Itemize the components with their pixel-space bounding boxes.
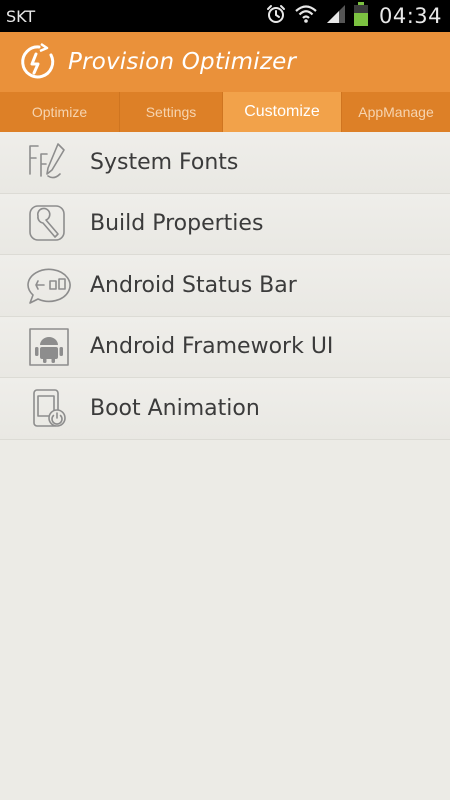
boot-animation-icon	[24, 386, 74, 430]
wifi-icon	[294, 3, 318, 29]
carrier-name: SKT	[6, 6, 36, 26]
wrench-icon	[24, 202, 74, 246]
fonts-icon	[24, 140, 74, 184]
signal-icon	[325, 3, 347, 29]
menu-item-label: Android Framework UI	[90, 334, 334, 360]
menu-item-label: Android Status Bar	[90, 272, 297, 298]
customize-menu-list: System Fonts Build Properties Android St…	[0, 132, 450, 440]
tab-optimize[interactable]: Optimize	[0, 92, 120, 132]
action-bar: Provision Optimizer	[0, 32, 450, 92]
tab-bar: Optimize Settings Customize AppManage	[0, 92, 450, 132]
tab-appmanage[interactable]: AppManage	[342, 92, 450, 132]
app-logo-icon[interactable]	[18, 42, 58, 82]
menu-item-boot-animation[interactable]: Boot Animation	[0, 378, 450, 440]
menu-item-label: System Fonts	[90, 149, 239, 175]
status-icons: 04:34	[265, 2, 442, 30]
menu-item-android-status-bar[interactable]: Android Status Bar	[0, 255, 450, 317]
menu-item-android-framework-ui[interactable]: Android Framework UI	[0, 316, 450, 378]
alarm-icon	[265, 3, 287, 29]
tab-settings[interactable]: Settings	[120, 92, 223, 132]
menu-item-build-properties[interactable]: Build Properties	[0, 193, 450, 255]
menu-item-system-fonts[interactable]: System Fonts	[0, 132, 450, 194]
tab-customize[interactable]: Customize	[223, 92, 342, 132]
battery-icon	[353, 2, 368, 30]
status-bar-icon	[24, 263, 74, 307]
menu-item-label: Build Properties	[90, 211, 264, 237]
android-icon	[24, 325, 74, 369]
clock: 04:34	[378, 4, 442, 28]
app-title: Provision Optimizer	[68, 49, 297, 75]
status-bar: SKT 04:34	[0, 0, 450, 32]
menu-item-label: Boot Animation	[90, 395, 260, 421]
